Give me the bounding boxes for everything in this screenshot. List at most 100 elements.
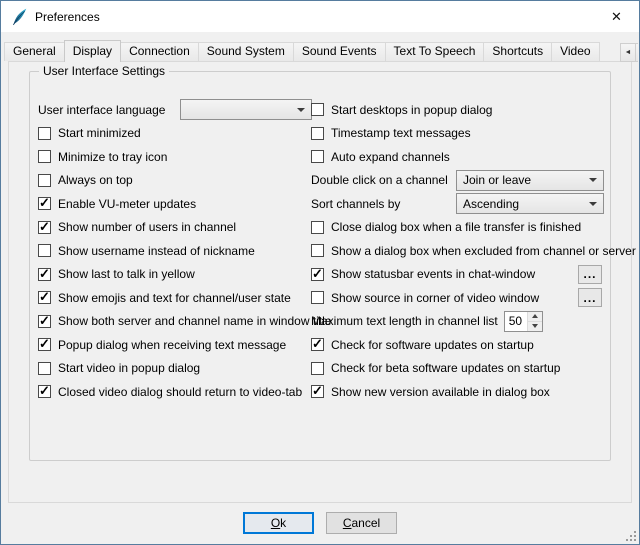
tab-text-to-speech[interactable]: Text To Speech [385,42,485,61]
double-click-combobox[interactable]: Join or leave [456,170,604,191]
double-click-label: Double click on a channel [311,173,448,187]
triangle-up-icon [532,314,538,318]
row-server-channel-title[interactable]: Show both server and channel name in win… [38,310,312,334]
checkbox-label: Enable VU-meter updates [58,197,196,211]
row-close-filetransfer[interactable]: Close dialog box when a file transfer is… [311,216,604,240]
row-last-talk-yellow[interactable]: Show last to talk in yellow [38,263,312,287]
row-new-version-dialog[interactable]: Show new version available in dialog box [311,380,604,404]
row-statusbar-events: Show statusbar events in chat-window ... [311,263,604,287]
row-always-on-top[interactable]: Always on top [38,169,312,193]
checkbox-close-filetransfer[interactable] [311,221,324,234]
language-combobox[interactable] [180,99,312,120]
tab-general[interactable]: General [4,42,65,61]
spinner-up-button[interactable] [528,312,542,321]
tab-pane: User Interface Settings User interface l… [8,61,632,503]
checkbox-label: Show last to talk in yellow [58,267,195,281]
video-source-check[interactable]: Show source in corner of video window [311,291,539,305]
row-timestamp-messages[interactable]: Timestamp text messages [311,122,604,146]
preferences-dialog: Preferences ✕ General Display Connection… [0,0,640,545]
checkbox-show-username[interactable] [38,244,51,257]
checkbox-excluded-dialog[interactable] [311,244,324,257]
checkbox-label: Start video in popup dialog [58,361,200,375]
statusbar-events-check[interactable]: Show statusbar events in chat-window [311,267,535,281]
row-show-user-count[interactable]: Show number of users in channel [38,216,312,240]
dialog-buttons: Ok Cancel [1,512,639,534]
window-title: Preferences [35,10,100,24]
max-text-length-label: Maximum text length in channel list [311,314,498,328]
tab-scroll-right-icon[interactable]: ► [635,43,638,62]
checkbox-new-version-dialog[interactable] [311,385,324,398]
tab-display[interactable]: Display [64,40,121,62]
tab-video[interactable]: Video [551,42,599,61]
sort-channels-combobox[interactable]: Ascending [456,193,604,214]
checkbox-server-channel-title[interactable] [38,315,51,328]
language-label: User interface language [38,103,165,117]
app-icon [10,8,28,26]
tab-shortcuts[interactable]: Shortcuts [483,42,552,61]
checkbox-label: Show username instead of nickname [58,244,255,258]
checkbox-show-user-count[interactable] [38,221,51,234]
spinner-down-button[interactable] [528,321,542,331]
tab-sound-events[interactable]: Sound Events [293,42,386,61]
checkbox-label: Start desktops in popup dialog [331,103,492,117]
checkbox-video-source-corner[interactable] [311,291,324,304]
row-software-updates[interactable]: Check for software updates on startup [311,333,604,357]
max-text-length-row: Maximum text length in channel list 50 [311,310,604,334]
checkbox-start-minimized[interactable] [38,127,51,140]
cancel-button[interactable]: Cancel [326,512,397,534]
resize-grip[interactable] [624,529,637,542]
checkbox-always-on-top[interactable] [38,174,51,187]
checkbox-label: Popup dialog when receiving text message [58,338,286,352]
row-popup-text-message[interactable]: Popup dialog when receiving text message [38,333,312,357]
checkbox-video-return-tab[interactable] [38,385,51,398]
row-start-minimized[interactable]: Start minimized [38,122,312,146]
row-emoji-text-state[interactable]: Show emojis and text for channel/user st… [38,286,312,310]
sort-channels-value: Ascending [463,197,583,211]
spinner-buttons [527,312,542,331]
chevron-down-icon [589,202,597,206]
checkbox-label: Show new version available in dialog box [331,385,550,399]
checkbox-software-updates[interactable] [311,338,324,351]
row-video-return-tab[interactable]: Closed video dialog should return to vid… [38,380,312,404]
tab-connection[interactable]: Connection [120,42,199,61]
checkbox-video-popup[interactable] [38,362,51,375]
row-minimize-to-tray[interactable]: Minimize to tray icon [38,145,312,169]
checkbox-label: Close dialog box when a file transfer is… [331,220,581,234]
row-video-popup[interactable]: Start video in popup dialog [38,357,312,381]
row-desktops-popup[interactable]: Start desktops in popup dialog [311,98,604,122]
checkbox-vu-meter[interactable] [38,197,51,210]
tab-scroll-left-icon[interactable]: ◄ [620,43,636,62]
video-source-config-button[interactable]: ... [578,288,602,307]
tab-sound-system[interactable]: Sound System [198,42,294,61]
checkbox-statusbar-events[interactable] [311,268,324,281]
checkbox-last-talk-yellow[interactable] [38,268,51,281]
checkbox-timestamp-messages[interactable] [311,127,324,140]
checkbox-label: Closed video dialog should return to vid… [58,385,302,399]
row-show-username[interactable]: Show username instead of nickname [38,239,312,263]
checkbox-label: Minimize to tray icon [58,150,167,164]
row-excluded-dialog[interactable]: Show a dialog box when excluded from cha… [311,239,604,263]
checkbox-label: Show source in corner of video window [331,291,539,305]
left-column: User interface language Start minimized … [38,98,312,404]
checkbox-desktops-popup[interactable] [311,103,324,116]
checkbox-label: Start minimized [58,126,141,140]
ok-button[interactable]: Ok [243,512,314,534]
tab-scroll-buttons: ◄ ► [620,43,638,62]
titlebar[interactable]: Preferences ✕ [1,1,639,32]
checkbox-beta-updates[interactable] [311,362,324,375]
max-text-length-spinner[interactable]: 50 [504,311,543,332]
sort-channels-row: Sort channels by Ascending [311,192,604,216]
checkbox-popup-text-message[interactable] [38,338,51,351]
cancel-button-label: Cancel [343,516,380,530]
row-auto-expand[interactable]: Auto expand channels [311,145,604,169]
checkbox-minimize-to-tray[interactable] [38,150,51,163]
checkbox-label: Show emojis and text for channel/user st… [58,291,291,305]
language-row: User interface language [38,98,312,122]
right-column: Start desktops in popup dialog Timestamp… [311,98,604,404]
checkbox-auto-expand[interactable] [311,150,324,163]
close-icon[interactable]: ✕ [594,1,639,32]
row-beta-updates[interactable]: Check for beta software updates on start… [311,357,604,381]
row-vu-meter[interactable]: Enable VU-meter updates [38,192,312,216]
statusbar-events-config-button[interactable]: ... [578,265,602,284]
checkbox-emoji-text-state[interactable] [38,291,51,304]
